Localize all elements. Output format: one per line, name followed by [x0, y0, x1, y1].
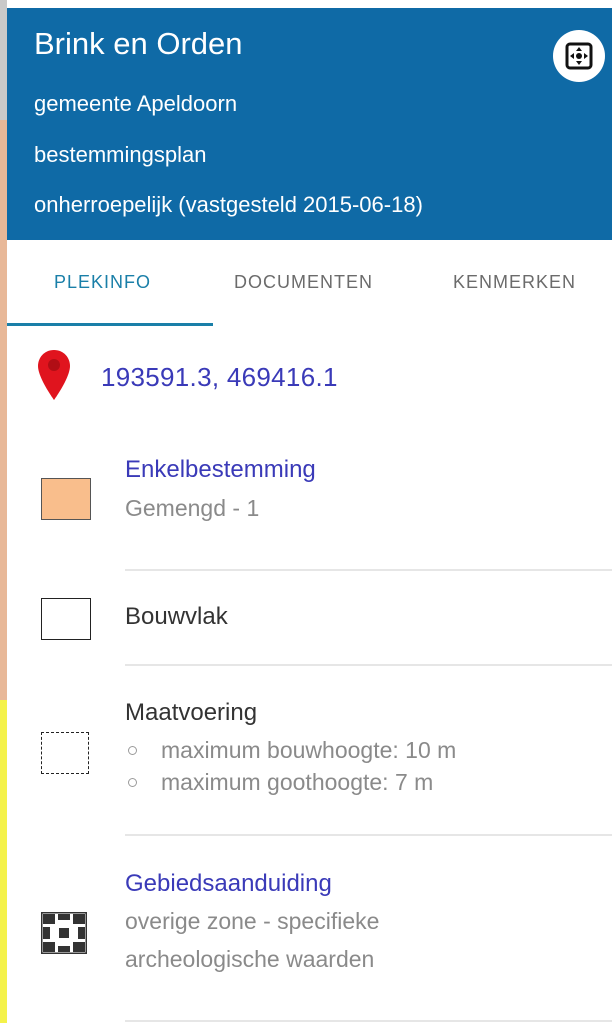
tab-bar: PLEKINFO DOCUMENTEN KENMERKEN	[7, 240, 612, 328]
plan-title: Brink en Orden	[34, 26, 243, 61]
bouwhoogte-value: maximum bouwhoogte: 10 m	[161, 737, 457, 763]
bullet-icon	[128, 778, 137, 787]
goothoogte-value: maximum goothoogte: 7 m	[161, 769, 434, 795]
list-item: Enkelbestemming Gemengd - 1	[7, 440, 612, 571]
list-item: Gebiedsaanduiding overige zone - specifi…	[7, 838, 612, 1023]
list-item: maximum bouwhoogte: 10 m	[125, 734, 456, 766]
bullet-icon	[128, 746, 137, 755]
divider	[125, 569, 612, 571]
gebiedsaanduiding-symbol	[41, 912, 87, 954]
expand-icon	[565, 42, 593, 70]
coordinates-link[interactable]: 193591.3, 469416.1	[101, 362, 338, 393]
expand-button[interactable]	[553, 30, 605, 82]
plan-type-label: bestemmingsplan	[34, 142, 207, 167]
divider	[125, 1020, 612, 1022]
divider	[125, 834, 612, 836]
enkelbestemming-link[interactable]: Enkelbestemming	[125, 456, 316, 484]
info-panel: Brink en Orden gemeente Apeldoorn bestem…	[7, 0, 612, 1023]
plan-status-label: onherroepelijk (vastgesteld 2015-06-18)	[34, 192, 423, 217]
municipality-label: gemeente Apeldoorn	[34, 91, 238, 116]
plan-header: Brink en Orden gemeente Apeldoorn bestem…	[7, 8, 612, 240]
map-pin-icon	[38, 350, 70, 400]
bouwvlak-symbol	[41, 598, 91, 640]
gebiedsaanduiding-value-line2: archeologische waarden	[125, 946, 375, 972]
tab-documenten[interactable]: DOCUMENTEN	[234, 272, 373, 293]
maatvoering-label: Maatvoering	[125, 699, 258, 726]
gebiedsaanduiding-value-line1: overige zone - specifieke	[125, 908, 380, 934]
list-item: Bouwvlak	[7, 572, 612, 666]
enkelbestemming-symbol	[41, 478, 91, 520]
active-tab-indicator	[7, 323, 213, 326]
gebiedsaanduiding-link[interactable]: Gebiedsaanduiding	[125, 870, 332, 898]
maatvoering-symbol	[41, 732, 89, 774]
list-item: Maatvoering maximum bouwhoogte: 10 m max…	[7, 666, 612, 836]
enkelbestemming-value: Gemengd - 1	[125, 495, 260, 521]
list-item: maximum goothoogte: 7 m	[125, 766, 456, 798]
map-background	[0, 0, 7, 1023]
tab-plekinfo[interactable]: PLEKINFO	[54, 272, 151, 293]
location-row: 193591.3, 469416.1	[7, 330, 612, 420]
maatvoering-list: maximum bouwhoogte: 10 m maximum goothoo…	[125, 734, 456, 798]
tab-kenmerken[interactable]: KENMERKEN	[453, 272, 576, 293]
bouwvlak-label: Bouwvlak	[125, 603, 228, 630]
